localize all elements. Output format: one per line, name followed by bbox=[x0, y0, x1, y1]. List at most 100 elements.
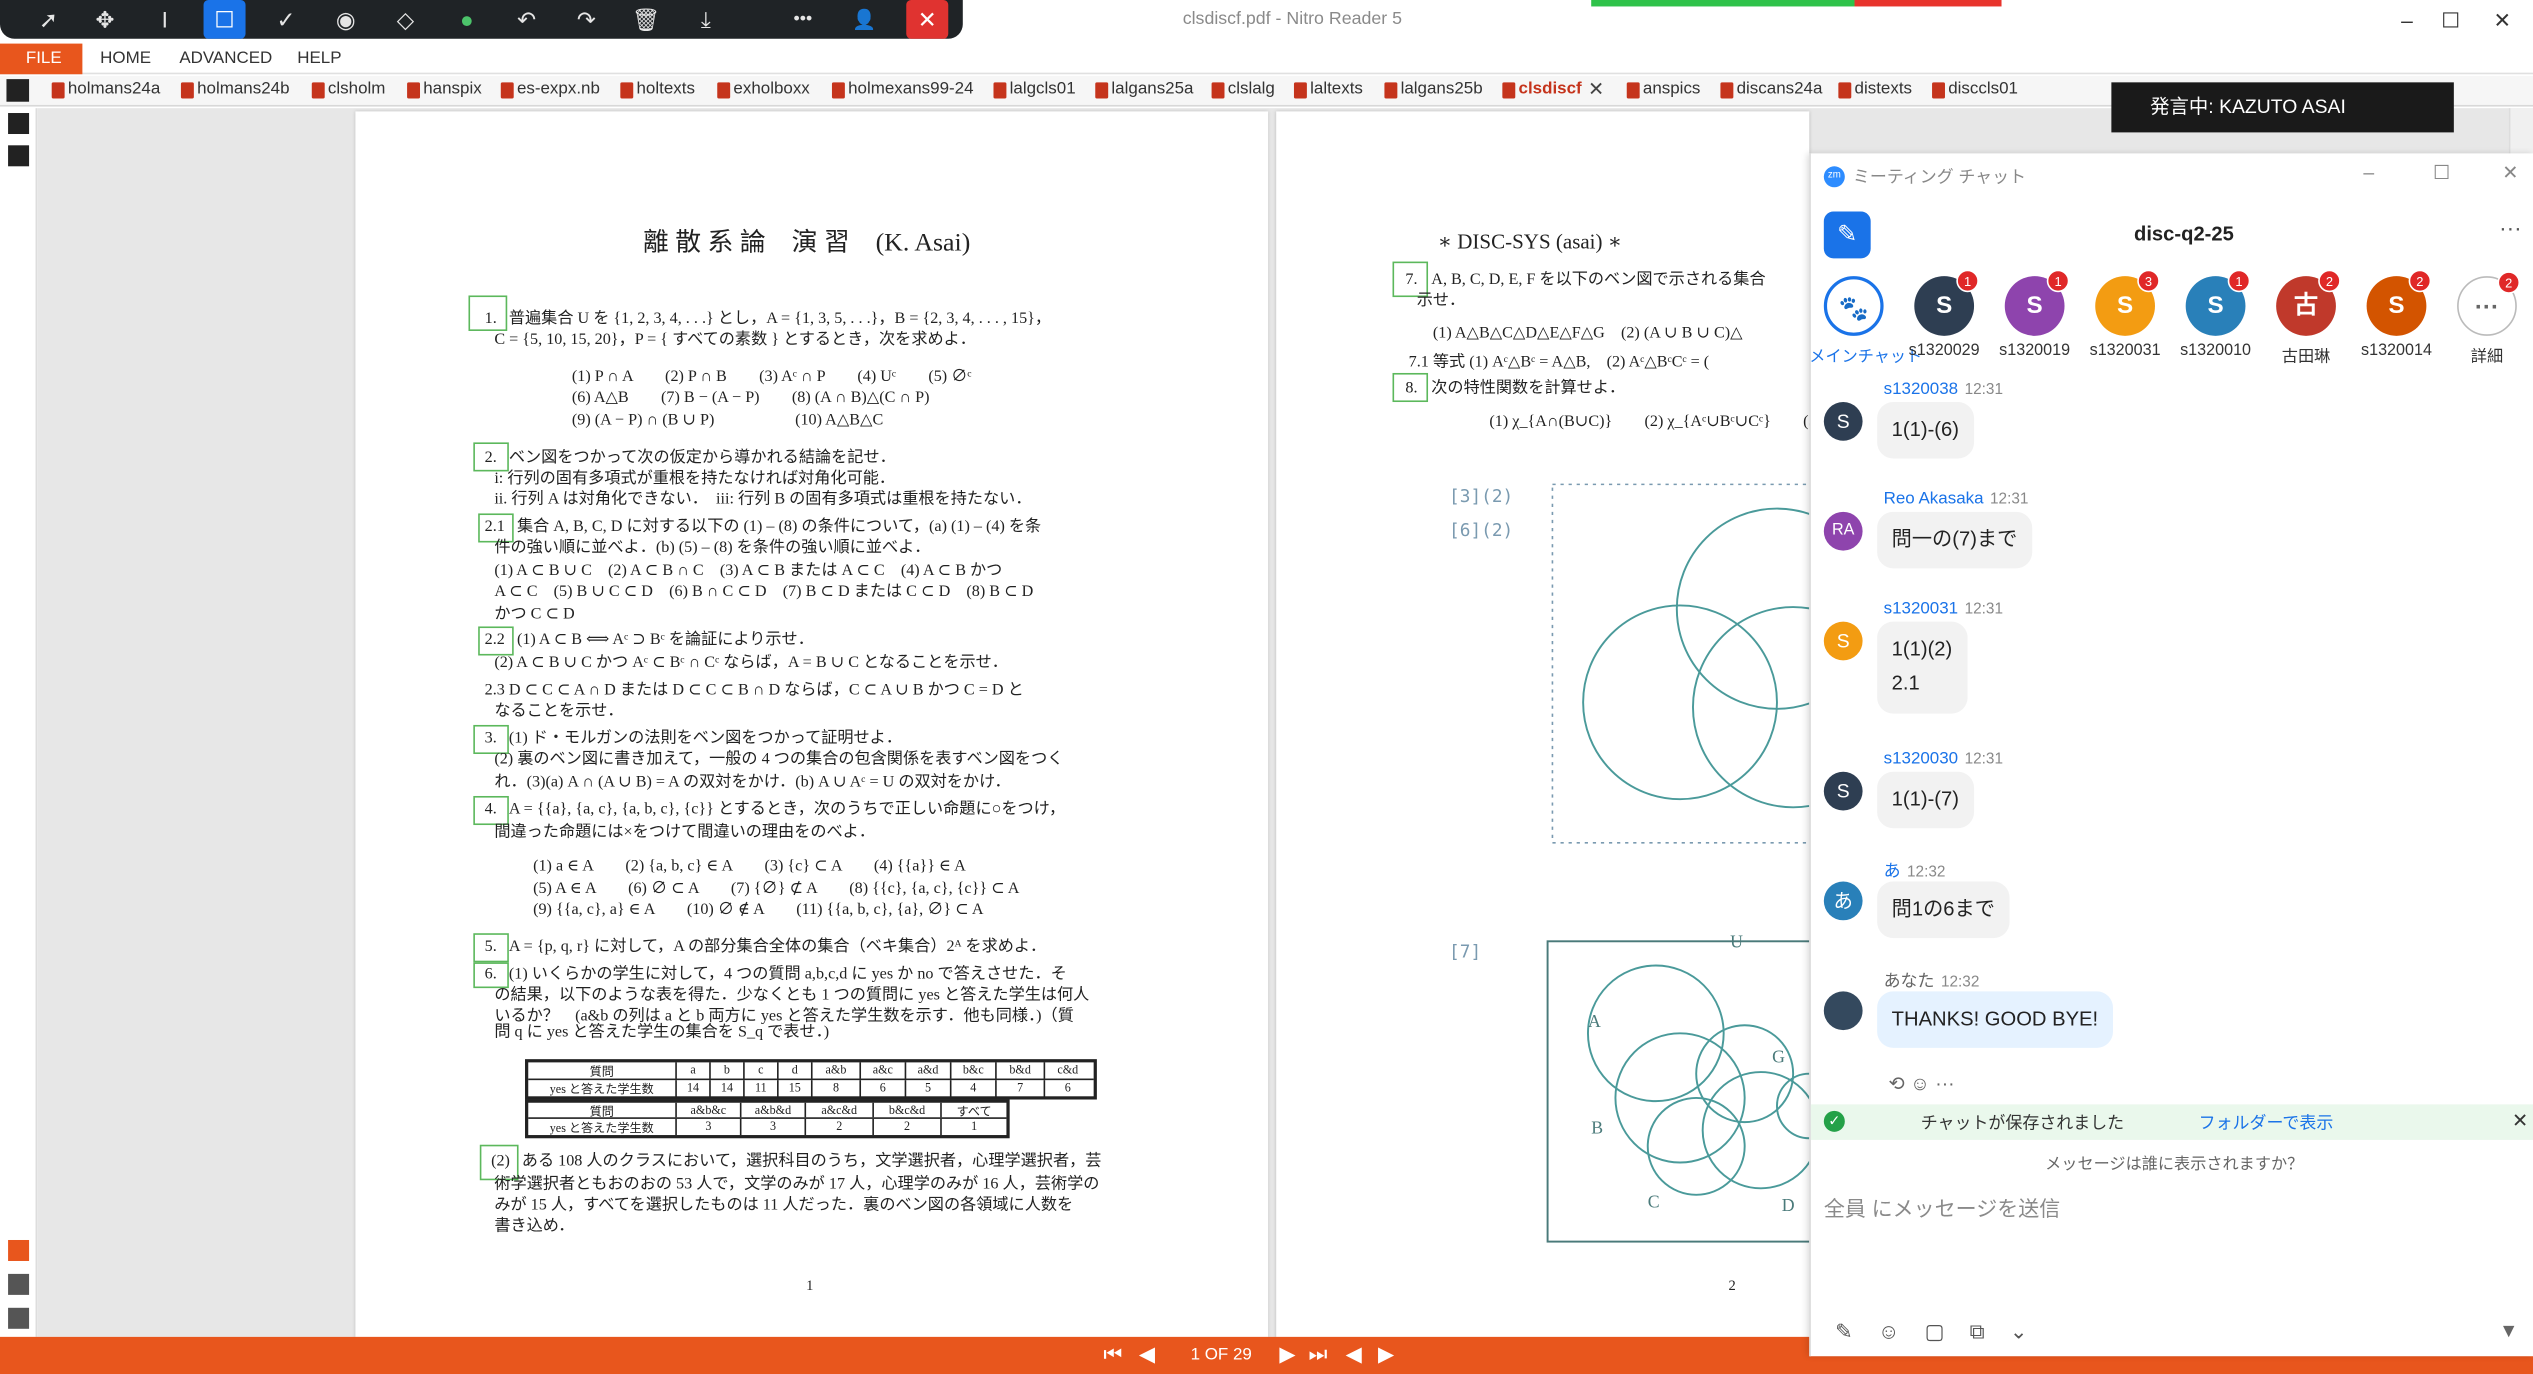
q22-number: 2.2 bbox=[484, 631, 505, 650]
message-bubble[interactable]: 問一の(7)まで bbox=[1877, 511, 2032, 569]
reaction-icons[interactable]: ⟲ ☺ ··· bbox=[1888, 1072, 1954, 1095]
tab-hanspix[interactable]: hanspix bbox=[404, 79, 482, 103]
tab-clsholm[interactable]: clsholm bbox=[309, 79, 385, 103]
table-cell: 15 bbox=[779, 1080, 813, 1098]
tab-laltexts[interactable]: laltexts bbox=[1291, 79, 1363, 103]
channel-more-icon[interactable]: ··· bbox=[2499, 215, 2522, 241]
chat-minimize-button[interactable]: – bbox=[2363, 161, 2374, 184]
back-icon[interactable]: ◀ bbox=[1346, 1342, 1362, 1368]
tab-disccls01[interactable]: disccls01 bbox=[1929, 79, 2018, 103]
table-cell: 3 bbox=[741, 1118, 807, 1136]
message-bubble[interactable]: 1(1)-(6) bbox=[1877, 402, 1974, 459]
tab-lalgans25b[interactable]: lalgans25b bbox=[1381, 79, 1483, 103]
chat-maximize-button[interactable]: ☐ bbox=[2433, 161, 2450, 184]
text-cursor-icon[interactable]: I bbox=[144, 0, 186, 39]
color-dot-icon[interactable]: ● bbox=[446, 0, 488, 39]
who-can-see-link[interactable]: メッセージは誰に表示されますか？ bbox=[2045, 1150, 2303, 1174]
message-bubble[interactable]: 1(1)-(7) bbox=[1877, 771, 1974, 829]
send-icon[interactable]: ▼ bbox=[2499, 1319, 2518, 1342]
page-counter[interactable]: 1 OF 29 bbox=[1191, 1345, 1252, 1364]
chat-window-title: ミーティング チャット bbox=[1852, 167, 2027, 188]
eraser-icon[interactable]: ◇ bbox=[384, 0, 426, 39]
close-icon[interactable]: ✕ bbox=[2512, 1109, 2528, 1132]
tab-discans24a[interactable]: discans24a bbox=[1717, 79, 1822, 103]
tabs-menu-icon[interactable] bbox=[6, 79, 30, 102]
chat-close-button[interactable]: ✕ bbox=[2502, 161, 2518, 184]
tab-holmans24b[interactable]: holmans24b bbox=[178, 79, 290, 103]
pages-icon[interactable] bbox=[8, 145, 30, 167]
message-header: s1320030 12:31 bbox=[1883, 749, 2004, 769]
message-input[interactable]: 全員 にメッセージを送信 bbox=[1824, 1192, 2060, 1223]
maximize-button[interactable]: ☐ bbox=[2433, 5, 2469, 37]
q4-text: 間違った命題には×をつけて間違いの理由をのべよ． bbox=[494, 823, 875, 842]
move-icon[interactable]: ✥ bbox=[84, 0, 126, 39]
message-bubble[interactable]: 問1の6まで bbox=[1877, 881, 2010, 939]
tab-exholboxx[interactable]: exholboxx bbox=[714, 79, 810, 103]
tab-holmans24a[interactable]: holmans24a bbox=[48, 79, 160, 103]
menu-help[interactable]: HELP bbox=[297, 48, 341, 67]
layers-icon[interactable] bbox=[8, 1307, 30, 1329]
menu-advanced[interactable]: ADVANCED bbox=[179, 48, 272, 67]
tab-lalgans25a[interactable]: lalgans25a bbox=[1092, 79, 1193, 103]
participant[interactable]: S2 s1320014 bbox=[2352, 269, 2441, 360]
rectangle-icon[interactable]: ☐ bbox=[203, 0, 246, 39]
pointer-icon[interactable]: ➚ bbox=[27, 0, 69, 39]
tab-distexts[interactable]: distexts bbox=[1835, 79, 1912, 103]
participant-more[interactable]: ··· 2 詳細 bbox=[2443, 271, 2532, 367]
close-annotation-icon[interactable]: ✕ bbox=[906, 0, 949, 39]
page-number-2: 2 bbox=[1728, 1277, 1736, 1294]
tab-clslalg[interactable]: clslalg bbox=[1208, 79, 1275, 103]
tab-lalgcls01[interactable]: lalgcls01 bbox=[990, 79, 1076, 103]
q2-text: ii. 行列 A は対角化できない． iii: 行列 B の固有多項式は重根を持… bbox=[494, 490, 1032, 509]
avatar: S1 bbox=[1914, 269, 1979, 336]
q7-text: A, B, C, D, E, F を以下のベン図で示される集合 bbox=[1431, 271, 1766, 290]
message-line: 1(1)(2) bbox=[1891, 637, 1953, 661]
redo-icon[interactable]: ↷ bbox=[565, 0, 607, 39]
participant-name: s1320029 bbox=[1908, 342, 1980, 361]
participant[interactable]: S1 s1320010 bbox=[2171, 269, 2260, 360]
spotlight-icon[interactable]: ◉ bbox=[325, 0, 367, 39]
minimize-button[interactable]: – bbox=[2389, 5, 2425, 37]
check-icon[interactable]: ✓ bbox=[265, 0, 307, 39]
participant-main-chat[interactable]: 🐾 メインチャット bbox=[1809, 276, 1922, 367]
table-cell: b&c&d bbox=[874, 1102, 942, 1118]
tab-close-icon[interactable]: ✕ bbox=[1588, 77, 1604, 100]
q21-text: 件の強い順に並べよ．(b) (5) – (8) を条件の強い順に並べよ． bbox=[494, 539, 931, 558]
close-button[interactable]: ✕ bbox=[2485, 5, 2521, 37]
menu-home[interactable]: HOME bbox=[100, 48, 151, 67]
message-bubble[interactable]: 1(1)(2) 2.1 bbox=[1877, 621, 1967, 713]
q5-text: A = {p, q, r} に対して，A の部分集合全体の集合（ベキ集合）2ᴬ … bbox=[508, 938, 1047, 956]
table-cell: d bbox=[779, 1062, 813, 1079]
user-icon[interactable]: 👤 bbox=[843, 0, 885, 39]
prev-page-icon[interactable]: ◀ bbox=[1139, 1342, 1155, 1368]
tab-anspics[interactable]: anspics bbox=[1624, 79, 1700, 103]
download-icon[interactable]: ⤓ bbox=[685, 0, 727, 39]
participant[interactable]: S1 s1320019 bbox=[1990, 269, 2079, 360]
show-in-folder-link[interactable]: フォルダーで表示 bbox=[2199, 1111, 2334, 1135]
bookmarks-icon[interactable] bbox=[8, 113, 30, 135]
tab-holmexans99-24[interactable]: holmexans99-24 bbox=[829, 79, 974, 103]
tab-holtexts[interactable]: holtexts bbox=[617, 79, 695, 103]
menu-file[interactable]: FILE bbox=[0, 43, 83, 75]
forward-icon[interactable]: ▶ bbox=[1378, 1342, 1394, 1368]
trash-icon[interactable]: 🗑 bbox=[625, 0, 667, 39]
q62-text: みが 15 人，すべてを選択したものは 11 人だった．裏のベン図の各領域に人数… bbox=[494, 1196, 1074, 1215]
new-chat-compose-icon[interactable]: ✎ bbox=[1823, 211, 1871, 259]
first-page-icon[interactable]: ⏮ bbox=[1103, 1342, 1122, 1368]
tab-clsdiscf[interactable]: clsdiscf bbox=[1499, 79, 1582, 103]
zoom-logo-icon: zm bbox=[1823, 166, 1845, 188]
participant[interactable]: S1 s1320029 bbox=[1900, 269, 1989, 361]
compose-toolbar-icons[interactable]: ✎ ☺ ▢ ⧉ ⌄ bbox=[1835, 1319, 2027, 1345]
more-icon[interactable]: ••• bbox=[782, 0, 824, 39]
q4-items: (5) A ∈ A (6) ∅ ⊂ A (7) {∅} ⊄ A (8) {{c}… bbox=[533, 879, 1020, 898]
undo-icon[interactable]: ↶ bbox=[506, 0, 548, 39]
panel-toggle-icon[interactable] bbox=[8, 1239, 30, 1261]
last-page-icon[interactable]: ⏭ bbox=[1309, 1342, 1328, 1368]
participant[interactable]: S3 s1320031 bbox=[2081, 269, 2170, 360]
tab-es-expx[interactable]: es-expx.nb bbox=[498, 79, 600, 103]
message-bubble[interactable]: THANKS! GOOD BYE! bbox=[1877, 991, 2113, 1049]
participant[interactable]: 古2 古田琳 bbox=[2262, 269, 2351, 367]
list-icon[interactable] bbox=[8, 1273, 30, 1295]
table-cell: 8 bbox=[813, 1080, 862, 1098]
next-page-icon[interactable]: ▶ bbox=[1279, 1342, 1295, 1368]
